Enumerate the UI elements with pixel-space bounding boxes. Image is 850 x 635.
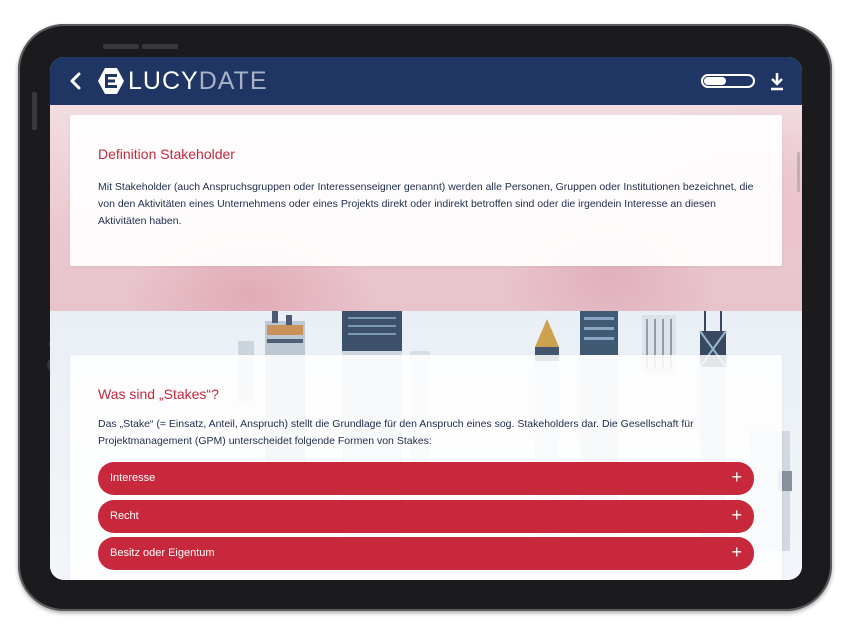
brand-wordmark: LUCYDATE bbox=[128, 66, 268, 96]
brand-part-date: DATE bbox=[198, 67, 268, 95]
hardware-button bbox=[142, 44, 178, 49]
plus-icon[interactable]: + bbox=[731, 542, 742, 562]
toggle-knob bbox=[704, 77, 726, 85]
plus-icon[interactable]: + bbox=[731, 505, 742, 525]
definition-text: Mit Stakeholder (auch Anspruchsgruppen o… bbox=[98, 181, 754, 227]
app-logo: LUCYDATE bbox=[96, 66, 268, 96]
download-icon[interactable] bbox=[768, 69, 786, 93]
stakes-text: Das „Stake“ (= Einsatz, Anteil, Anspruch… bbox=[98, 418, 694, 447]
accordion-interesse[interactable]: Interesse + bbox=[98, 462, 754, 495]
app-header: LUCYDATE bbox=[50, 57, 802, 105]
accordion-label: Interesse bbox=[110, 472, 156, 484]
accordion-recht[interactable]: Recht + bbox=[98, 500, 754, 533]
stakes-card: Was sind „Stakes“? Das „Stake“ (= Einsat… bbox=[70, 355, 782, 580]
toggle-switch-icon[interactable] bbox=[701, 74, 755, 88]
plus-icon[interactable]: + bbox=[731, 467, 742, 487]
hardware-button bbox=[32, 92, 37, 130]
accordion-label: Recht bbox=[110, 510, 139, 522]
accordion-label: Besitz oder Eigentum bbox=[110, 547, 215, 559]
stakes-title: Was sind „Stakes“? bbox=[98, 386, 219, 402]
definition-title: Definition Stakeholder bbox=[98, 146, 235, 162]
accordion-besitz[interactable]: Besitz oder Eigentum + bbox=[98, 537, 754, 570]
chevron-left-icon[interactable] bbox=[66, 69, 86, 93]
scrollbar[interactable] bbox=[797, 152, 800, 192]
app-screen: LUCYDATE Definition Stakeholder Mit Stak… bbox=[50, 57, 802, 580]
definition-card: Definition Stakeholder Mit Stakeholder (… bbox=[70, 115, 782, 266]
brand-part-lucy: LUCY bbox=[128, 67, 199, 95]
lucydate-logo-icon bbox=[98, 68, 124, 94]
hardware-button bbox=[103, 44, 139, 49]
